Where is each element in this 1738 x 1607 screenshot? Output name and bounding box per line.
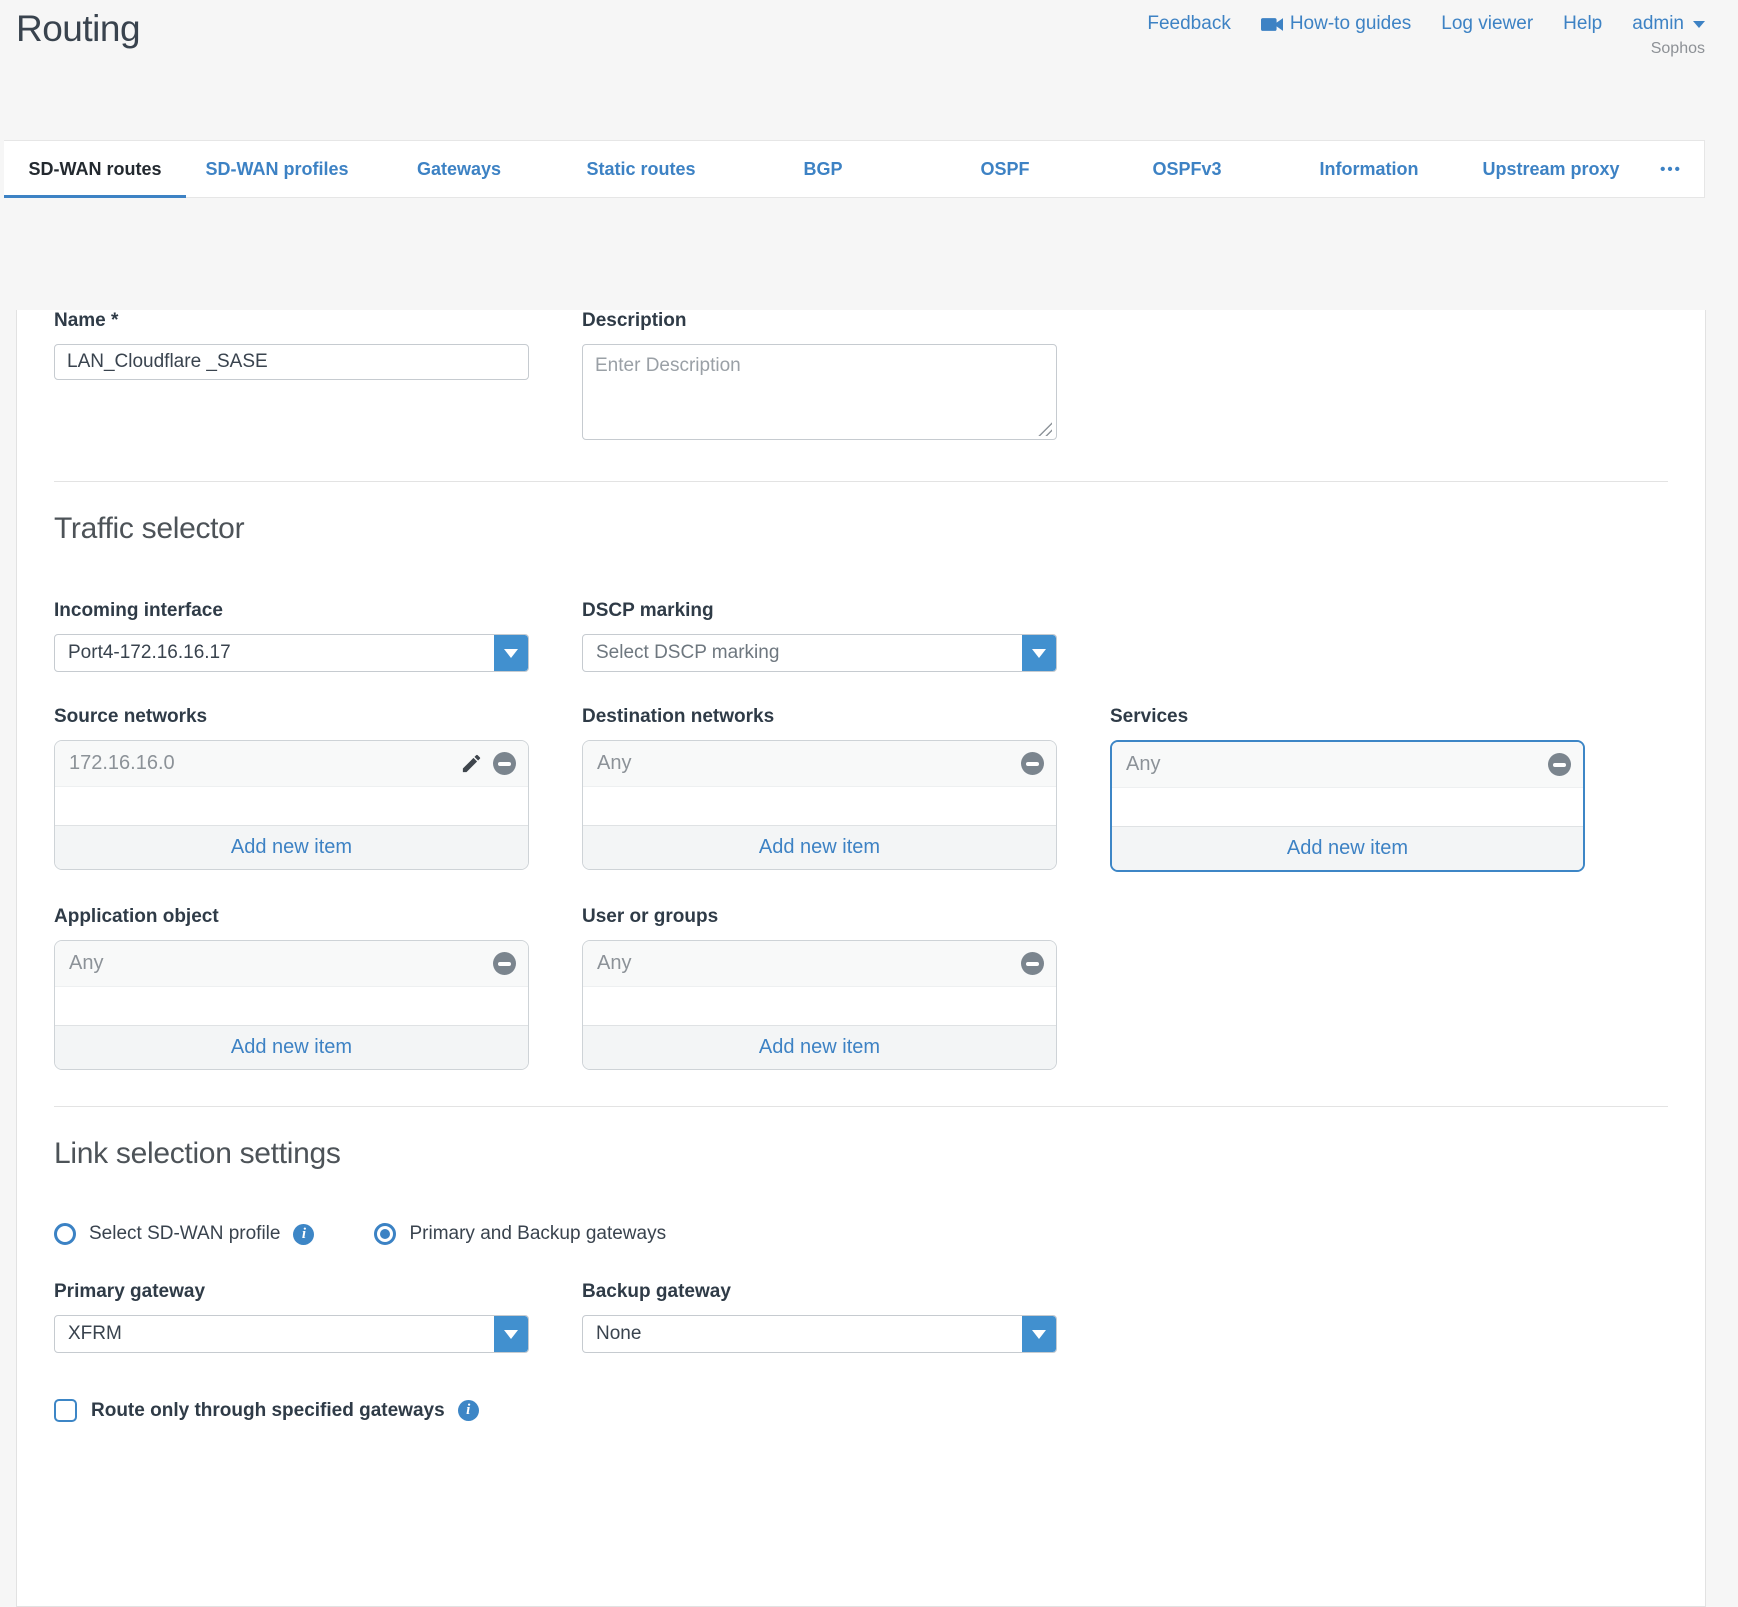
tab-sd-wan-routes[interactable]: SD-WAN routes [4,141,186,197]
source-networks-label: Source networks [54,706,529,728]
chevron-down-icon[interactable] [1022,1316,1056,1352]
listbox-empty-area [55,787,528,825]
sd-wan-route-form: Name * Description Traffic selector Inco… [16,310,1706,1607]
radio-primary-backup-gateways[interactable]: Primary and Backup gateways [374,1223,666,1245]
destination-networks-add-button[interactable]: Add new item [583,825,1056,869]
edit-icon[interactable] [460,752,483,775]
backup-gateway-group: Backup gateway None [582,1281,1057,1353]
name-field-group: Name * [54,310,529,445]
dscp-marking-group: DSCP marking Select DSCP marking [582,600,1057,672]
routing-tabbar: SD-WAN routes SD-WAN profiles Gateways S… [4,140,1705,198]
backup-gateway-select[interactable]: None [582,1315,1057,1353]
radio-icon[interactable] [54,1223,76,1245]
remove-icon[interactable] [1021,952,1044,975]
description-textarea[interactable] [582,344,1057,440]
source-networks-add-button[interactable]: Add new item [55,825,528,869]
tab-upstream-proxy[interactable]: Upstream proxy [1460,141,1642,197]
remove-icon[interactable] [493,952,516,975]
listbox-empty-area [583,987,1056,1025]
destination-networks-group: Destination networks Any Add new item [582,706,1057,872]
caret-down-icon [1693,21,1705,28]
backup-gateway-label: Backup gateway [582,1281,1057,1303]
page-title: Routing [16,8,140,50]
primary-gateway-select[interactable]: XFRM [54,1315,529,1353]
listbox-empty-area [583,787,1056,825]
source-networks-listbox: 172.16.16.0 Add new item [54,740,529,870]
user-or-groups-label: User or groups [582,906,1057,928]
user-or-groups-add-button[interactable]: Add new item [583,1025,1056,1069]
destination-networks-listbox: Any Add new item [582,740,1057,870]
info-icon[interactable]: i [293,1224,314,1245]
incoming-interface-select[interactable]: Port4-172.16.16.17 [54,634,529,672]
remove-icon[interactable] [1021,752,1044,775]
primary-gateway-label: Primary gateway [54,1281,529,1303]
route-only-checkbox[interactable] [54,1399,77,1422]
brand-label: Sophos [1651,40,1705,58]
primary-gateway-group: Primary gateway XFRM [54,1281,529,1353]
tab-ospf[interactable]: OSPF [914,141,1096,197]
list-item[interactable]: Any [1112,742,1583,788]
listbox-empty-area [55,987,528,1025]
tab-gateways[interactable]: Gateways [368,141,550,197]
source-networks-group: Source networks 172.16.16.0 Add new item [54,706,529,872]
chevron-down-icon[interactable] [1022,635,1056,671]
list-item[interactable]: Any [55,941,528,987]
application-object-label: Application object [54,906,529,928]
application-object-group: Application object Any Add new item [54,906,529,1070]
link-selection-heading: Link selection settings [54,1137,1668,1171]
dscp-marking-select[interactable]: Select DSCP marking [582,634,1057,672]
tab-ospfv3[interactable]: OSPFv3 [1096,141,1278,197]
admin-menu[interactable]: admin [1632,13,1705,35]
route-only-row: Route only through specified gateways i [54,1399,1668,1422]
description-field-group: Description [582,310,1057,445]
services-group: Services Any Add new item [1110,706,1585,872]
route-only-label: Route only through specified gateways [91,1400,445,1422]
chevron-down-icon[interactable] [494,1316,528,1352]
description-label: Description [582,310,1057,332]
application-object-add-button[interactable]: Add new item [55,1025,528,1069]
link-selection-radios: Select SD-WAN profile i Primary and Back… [54,1223,1668,1245]
incoming-interface-label: Incoming interface [54,600,529,622]
section-divider [54,1106,1668,1107]
header-links: Feedback How-to guides Log viewer Help a… [1147,13,1705,35]
services-listbox: Any Add new item [1110,740,1585,872]
tab-sd-wan-profiles[interactable]: SD-WAN profiles [186,141,368,197]
dscp-marking-label: DSCP marking [582,600,1057,622]
tab-information[interactable]: Information [1278,141,1460,197]
list-item[interactable]: Any [583,741,1056,787]
list-item[interactable]: Any [583,941,1056,987]
radio-select-sdwan-profile[interactable]: Select SD-WAN profile [54,1223,280,1245]
info-icon[interactable]: i [458,1400,479,1421]
name-label: Name * [54,310,529,332]
listbox-empty-area [1112,788,1583,826]
feedback-link[interactable]: Feedback [1147,13,1230,35]
traffic-selector-heading: Traffic selector [54,512,1668,546]
destination-networks-label: Destination networks [582,706,1057,728]
page-header: Routing Feedback How-to guides Log viewe… [0,0,1738,140]
radio-icon[interactable] [374,1223,396,1245]
incoming-interface-group: Incoming interface Port4-172.16.16.17 [54,600,529,672]
services-label: Services [1110,706,1585,728]
user-or-groups-listbox: Any Add new item [582,940,1057,1070]
application-object-listbox: Any Add new item [54,940,529,1070]
services-add-button[interactable]: Add new item [1112,826,1583,870]
user-or-groups-group: User or groups Any Add new item [582,906,1057,1070]
log-viewer-link[interactable]: Log viewer [1441,13,1533,35]
list-item[interactable]: 172.16.16.0 [55,741,528,787]
remove-icon[interactable] [1548,753,1571,776]
help-link[interactable]: Help [1563,13,1602,35]
section-divider [54,481,1668,482]
tab-static-routes[interactable]: Static routes [550,141,732,197]
chevron-down-icon[interactable] [494,635,528,671]
video-camera-icon [1261,17,1283,32]
howto-guides-link[interactable]: How-to guides [1261,13,1411,35]
tab-overflow-menu[interactable]: ••• [1642,141,1700,197]
name-input[interactable] [54,344,529,380]
remove-icon[interactable] [493,752,516,775]
tab-bgp[interactable]: BGP [732,141,914,197]
